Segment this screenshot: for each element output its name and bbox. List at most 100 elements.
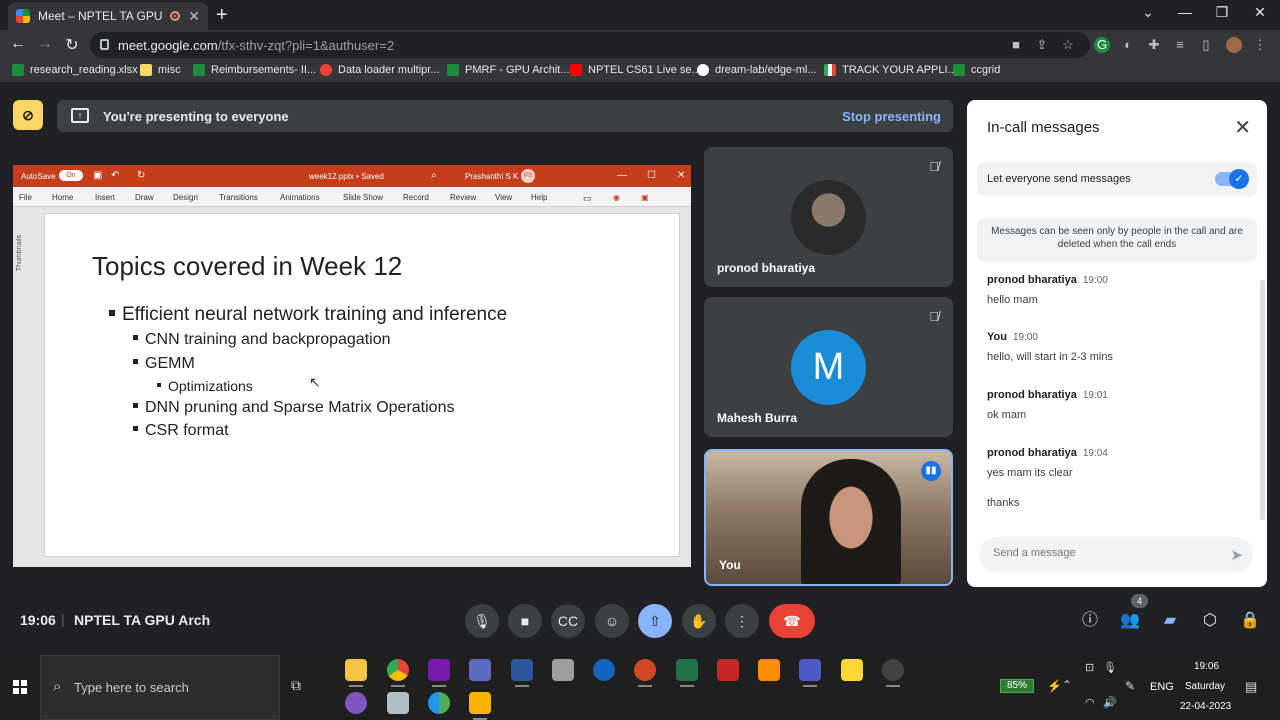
new-tab-button[interactable]: + [216,4,228,27]
close-window-button[interactable]: ✕ [1250,4,1270,21]
chat-scrollbar[interactable] [1260,280,1265,520]
taskbar-time[interactable]: 19:06 [1194,661,1219,672]
taskbar-day[interactable]: Saturday [1185,681,1225,692]
tray-expand-icon[interactable]: ⌃ [1062,678,1072,692]
battery-indicator[interactable]: 85% [1000,679,1034,693]
ribbon-tab[interactable]: Slide Show [343,193,383,202]
leave-call-button[interactable]: ☎ [769,604,815,638]
bookmark-item[interactable]: Data loader multipr... [320,64,440,76]
sticky-notes-icon[interactable] [841,659,863,681]
participant-tile[interactable]: 🎙̸ pronod bharatiya [704,147,953,287]
more-options-button[interactable]: ⋮ [725,604,759,638]
maximize-button[interactable]: ❐ [1212,4,1232,21]
stop-presenting-button[interactable]: Stop presenting [842,109,941,124]
chat-icon[interactable]: ▰ [1159,610,1181,632]
save-icon[interactable]: ▣ [93,170,102,181]
send-message-input[interactable] [993,547,1213,559]
minimize-button[interactable]: — [1175,4,1195,20]
wifi-icon[interactable]: ◠ [1085,696,1095,709]
vlc-icon[interactable] [758,659,780,681]
language-indicator[interactable]: ENG [1150,681,1174,693]
address-bar[interactable]: meet.google.com/tfx-sthv-zqt?pli=1&authu… [90,32,1090,58]
powerpoint-icon[interactable] [634,659,656,687]
start-button[interactable] [0,655,40,720]
participant-tile[interactable]: M 🎙̸ Mahesh Burra [704,297,953,437]
ribbon-tab[interactable]: Help [531,193,547,202]
thumbnails-pane[interactable]: Thumbnails [13,207,29,557]
extension-shield-icon[interactable]: ◐ [1120,37,1136,53]
present-now-button[interactable]: ⇧ [638,604,672,638]
taskbar-search[interactable]: ⌕ Type here to search [40,655,280,720]
media-control-icon[interactable]: ≡ [1172,37,1188,53]
camera-in-use-icon[interactable]: ■ [1008,37,1024,53]
undo-icon[interactable]: ↶ [111,170,119,181]
people-icon[interactable]: 👥 [1119,610,1141,632]
close-panel-icon[interactable]: ✕ [1234,115,1251,140]
microphone-button[interactable]: 🎙 [465,604,499,638]
forward-icon[interactable]: → [35,35,55,53]
ribbon-tab[interactable]: File [19,193,32,202]
app-icon[interactable] [593,659,615,681]
excel-icon[interactable] [676,659,698,687]
taskbar-date[interactable]: 22-04-2023 [1180,701,1231,712]
bookmark-star-icon[interactable]: ☆ [1060,37,1076,53]
bookmark-item[interactable]: PMRF - GPU Archit... [447,64,570,76]
ribbon-tab[interactable]: View [495,193,512,202]
ribbon-tab[interactable]: Review [450,193,476,202]
meeting-details-icon[interactable]: ⓘ [1079,610,1101,632]
chrome-icon[interactable] [387,659,409,687]
remote-desktop-icon[interactable] [552,659,574,681]
word-icon[interactable] [511,659,533,687]
ppt-user-avatar[interactable]: PS [521,169,535,183]
slide-canvas[interactable]: Topics covered in Week 12 Efficient neur… [44,213,680,557]
autosave-toggle[interactable]: On [59,170,83,181]
comments-icon[interactable]: ▭ [583,193,592,204]
virtualbox-icon[interactable] [469,659,491,681]
tab-search-icon[interactable]: ⌄ [1138,4,1158,21]
ppt-minimize-button[interactable]: — [617,170,627,181]
bookmark-item[interactable]: TRACK YOUR APPLI... [824,64,957,76]
side-panel-icon[interactable]: ▯ [1198,37,1214,53]
app-circle-icon[interactable] [345,692,367,714]
task-view-icon[interactable]: ⧉ [291,677,301,694]
onenote-icon[interactable] [428,659,450,687]
back-icon[interactable]: ← [8,35,28,53]
redo-icon[interactable]: ↻ [137,170,145,181]
present-icon[interactable]: ▣ [641,193,649,202]
acrobat-icon[interactable] [717,659,739,681]
activities-icon[interactable]: ⬡ [1199,610,1221,632]
bookmark-item[interactable]: misc [140,64,181,76]
file-explorer-icon[interactable] [345,659,367,687]
bookmark-item[interactable]: Reimbursements- II... [193,64,316,76]
volume-icon[interactable]: 🔊 [1103,696,1117,709]
send-icon[interactable]: ➤ [1230,546,1243,564]
ppt-close-button[interactable]: ✕ [677,170,685,181]
record-icon[interactable]: ◉ [613,193,620,202]
ribbon-tab[interactable]: Transitions [219,193,258,202]
ribbon-tab[interactable]: Animations [280,193,320,202]
tool-app-icon[interactable] [469,692,491,720]
reload-icon[interactable]: ↻ [62,35,82,55]
camera-button[interactable]: ■ [508,604,542,638]
browser-app-icon[interactable] [428,692,450,714]
host-controls-icon[interactable]: 🔒 [1239,610,1261,632]
profile-avatar[interactable] [1226,37,1242,53]
chrome-menu-icon[interactable]: ⋮ [1252,37,1268,53]
raise-hand-button[interactable]: ✋ [682,604,716,638]
mic-tray-icon[interactable]: 🎙 [1103,661,1117,674]
meet-tray-icon[interactable]: ⊡ [1085,661,1094,674]
extensions-puzzle-icon[interactable]: ✚ [1146,37,1162,53]
teams-icon[interactable] [799,659,821,687]
bookmark-item[interactable]: dream-lab/edge-ml... [697,64,817,76]
grammarly-icon[interactable]: G [1094,37,1110,53]
ppt-search-icon[interactable]: ⌕ [431,170,437,181]
share-icon[interactable]: ⇪ [1034,37,1050,53]
bookmark-item[interactable]: ccgrid [953,64,1000,76]
captions-button[interactable]: CC [551,604,585,638]
close-tab-icon[interactable]: ✕ [188,8,200,25]
ribbon-tab[interactable]: Home [52,193,73,202]
browser-tab[interactable]: Meet – NPTEL TA GPU Arch ✕ [8,2,208,30]
paint-icon[interactable] [387,692,409,714]
snipping-tool-icon[interactable] [882,659,904,687]
allow-messages-toggle[interactable]: ✓ [1215,169,1249,189]
